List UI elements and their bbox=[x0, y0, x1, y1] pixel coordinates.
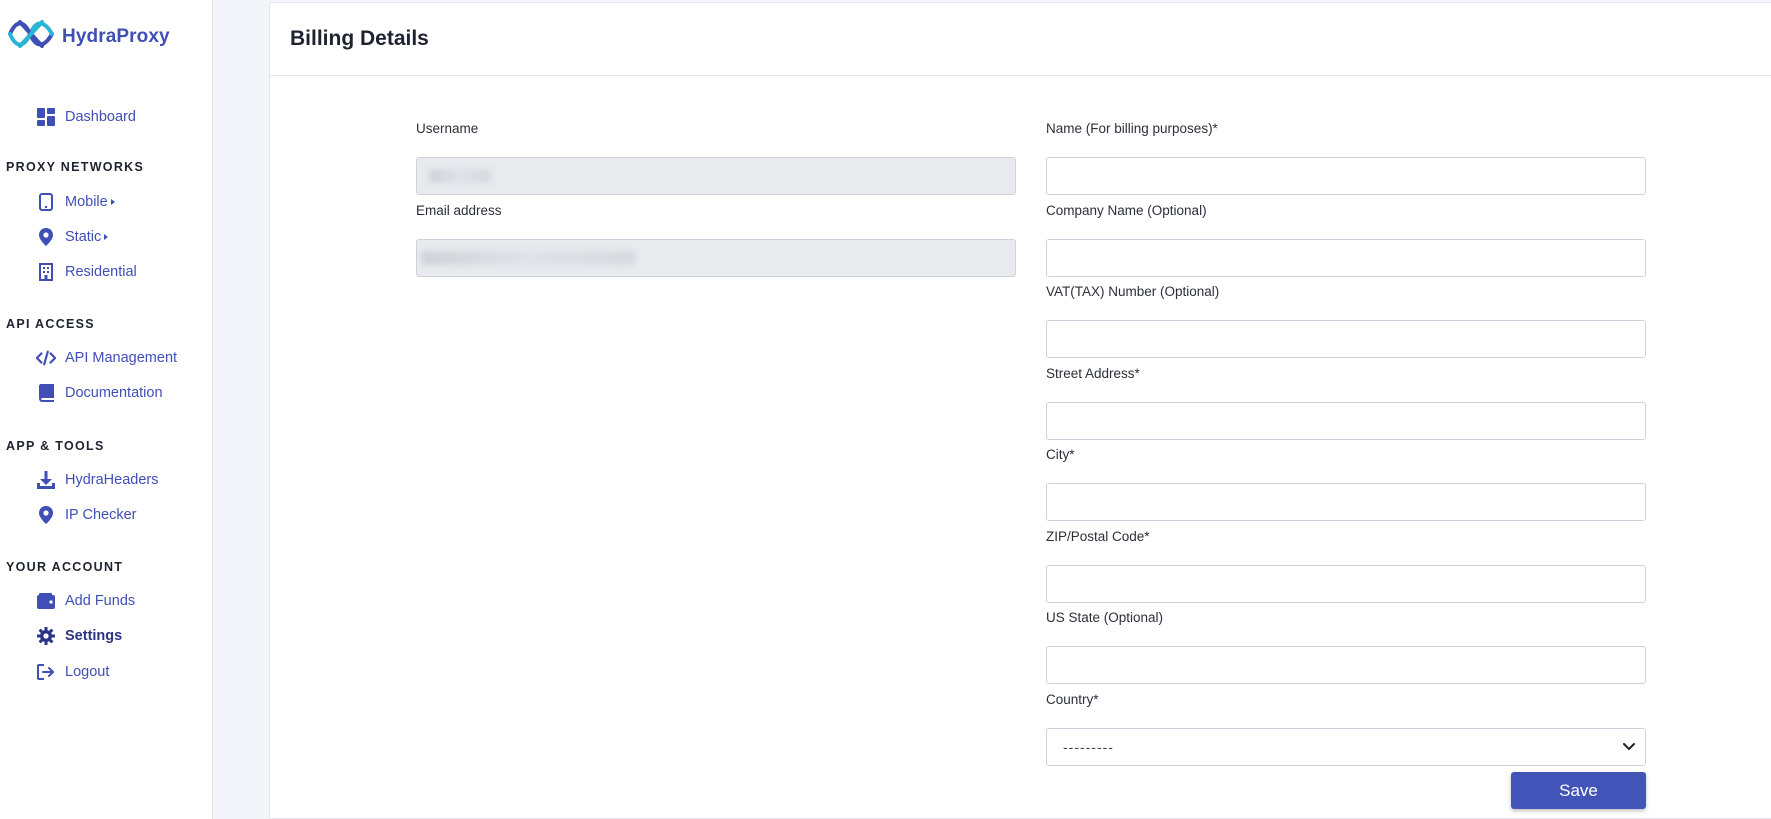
sidebar-item-label: API Management bbox=[65, 350, 178, 366]
sidebar-item-label: Documentation bbox=[65, 385, 163, 401]
vat-number-field-group: VAT(TAX) Number (Optional) bbox=[1046, 284, 1646, 358]
username-field-group: Username bbox=[416, 121, 1016, 195]
billing-name-label: Name (For billing purposes)* bbox=[1046, 121, 1218, 136]
sidebar: HydraProxy Dashboard PROXY NETWORKS Mobi… bbox=[0, 0, 213, 819]
billing-details-card: Billing Details Username Email address N… bbox=[269, 2, 1771, 819]
caret-right-icon bbox=[110, 199, 115, 205]
chevron-down-icon bbox=[1623, 738, 1635, 756]
country-selected-value: --------- bbox=[1063, 739, 1114, 755]
redacted-value bbox=[421, 251, 635, 265]
city-input[interactable] bbox=[1046, 483, 1646, 521]
hydra-logo-icon bbox=[6, 14, 56, 59]
city-field-group: City* bbox=[1046, 447, 1646, 521]
wallet-icon bbox=[36, 591, 56, 611]
us-state-field-group: US State (Optional) bbox=[1046, 610, 1646, 684]
caret-right-icon bbox=[104, 234, 109, 240]
zip-code-field-group: ZIP/Postal Code* bbox=[1046, 529, 1646, 603]
email-field bbox=[416, 239, 1016, 277]
sidebar-item-settings[interactable]: Settings bbox=[36, 624, 122, 648]
section-title-your-account: YOUR ACCOUNT bbox=[6, 560, 124, 574]
sidebar-item-label: Mobile bbox=[65, 194, 108, 210]
company-name-input[interactable] bbox=[1046, 239, 1646, 277]
sidebar-item-label: Settings bbox=[65, 628, 123, 644]
sidebar-item-api-management[interactable]: API Management bbox=[36, 346, 177, 370]
country-field-group: Country* --------- bbox=[1046, 692, 1646, 766]
email-field-group: Email address bbox=[416, 203, 1016, 277]
sidebar-item-logout[interactable]: Logout bbox=[36, 660, 109, 684]
company-name-label: Company Name (Optional) bbox=[1046, 203, 1207, 218]
map-pin-icon bbox=[36, 505, 56, 525]
city-label: City* bbox=[1046, 447, 1075, 462]
vat-number-input[interactable] bbox=[1046, 320, 1646, 358]
vat-number-label: VAT(TAX) Number (Optional) bbox=[1046, 284, 1220, 299]
sidebar-item-dashboard[interactable]: Dashboard bbox=[36, 105, 136, 129]
street-address-label: Street Address* bbox=[1046, 366, 1140, 381]
country-label: Country* bbox=[1046, 692, 1099, 707]
country-select[interactable]: --------- bbox=[1046, 728, 1646, 766]
redacted-value bbox=[429, 169, 491, 183]
sidebar-item-label: Residential bbox=[65, 264, 137, 280]
code-icon bbox=[36, 348, 56, 368]
section-title-app-tools: APP & TOOLS bbox=[6, 439, 105, 453]
zip-code-label: ZIP/Postal Code* bbox=[1046, 529, 1150, 544]
sidebar-item-documentation[interactable]: Documentation bbox=[36, 381, 163, 405]
gear-icon bbox=[36, 626, 56, 646]
sidebar-item-label: Dashboard bbox=[65, 109, 136, 125]
zip-code-input[interactable] bbox=[1046, 565, 1646, 603]
billing-name-field-group: Name (For billing purposes)* bbox=[1046, 121, 1646, 195]
sidebar-item-static[interactable]: Static bbox=[36, 225, 109, 249]
email-label: Email address bbox=[416, 203, 502, 218]
sidebar-item-label: IP Checker bbox=[65, 507, 137, 523]
sidebar-item-label: Static bbox=[65, 229, 102, 245]
building-icon bbox=[36, 262, 56, 282]
sidebar-item-residential[interactable]: Residential bbox=[36, 260, 137, 284]
logout-icon bbox=[36, 662, 56, 682]
brand-name: HydraProxy bbox=[62, 25, 170, 47]
street-address-field-group: Street Address* bbox=[1046, 366, 1646, 440]
sidebar-item-ip-checker[interactable]: IP Checker bbox=[36, 503, 136, 527]
sidebar-item-label: Logout bbox=[65, 664, 110, 680]
mobile-phone-icon bbox=[36, 192, 56, 212]
section-title-api-access: API ACCESS bbox=[6, 317, 95, 331]
download-icon bbox=[36, 470, 56, 490]
map-pin-icon bbox=[36, 227, 56, 247]
card-header: Billing Details bbox=[270, 3, 1771, 76]
company-name-field-group: Company Name (Optional) bbox=[1046, 203, 1646, 277]
us-state-input[interactable] bbox=[1046, 646, 1646, 684]
username-field bbox=[416, 157, 1016, 195]
street-address-input[interactable] bbox=[1046, 402, 1646, 440]
sidebar-item-hydraheaders[interactable]: HydraHeaders bbox=[36, 468, 159, 492]
sidebar-item-label: HydraHeaders bbox=[65, 472, 159, 488]
section-title-proxy-networks: PROXY NETWORKS bbox=[6, 160, 145, 174]
book-icon bbox=[36, 383, 56, 403]
sidebar-item-add-funds[interactable]: Add Funds bbox=[36, 589, 135, 613]
sidebar-item-mobile[interactable]: Mobile bbox=[36, 190, 115, 214]
us-state-label: US State (Optional) bbox=[1046, 610, 1164, 625]
content-gutter bbox=[214, 0, 269, 819]
username-label: Username bbox=[416, 121, 479, 136]
brand-logo[interactable]: HydraProxy bbox=[6, 14, 170, 59]
dashboard-grid-icon bbox=[36, 107, 56, 127]
save-button[interactable]: Save bbox=[1511, 772, 1646, 809]
page-title: Billing Details bbox=[290, 27, 429, 50]
sidebar-item-label: Add Funds bbox=[65, 593, 136, 609]
billing-name-input[interactable] bbox=[1046, 157, 1646, 195]
